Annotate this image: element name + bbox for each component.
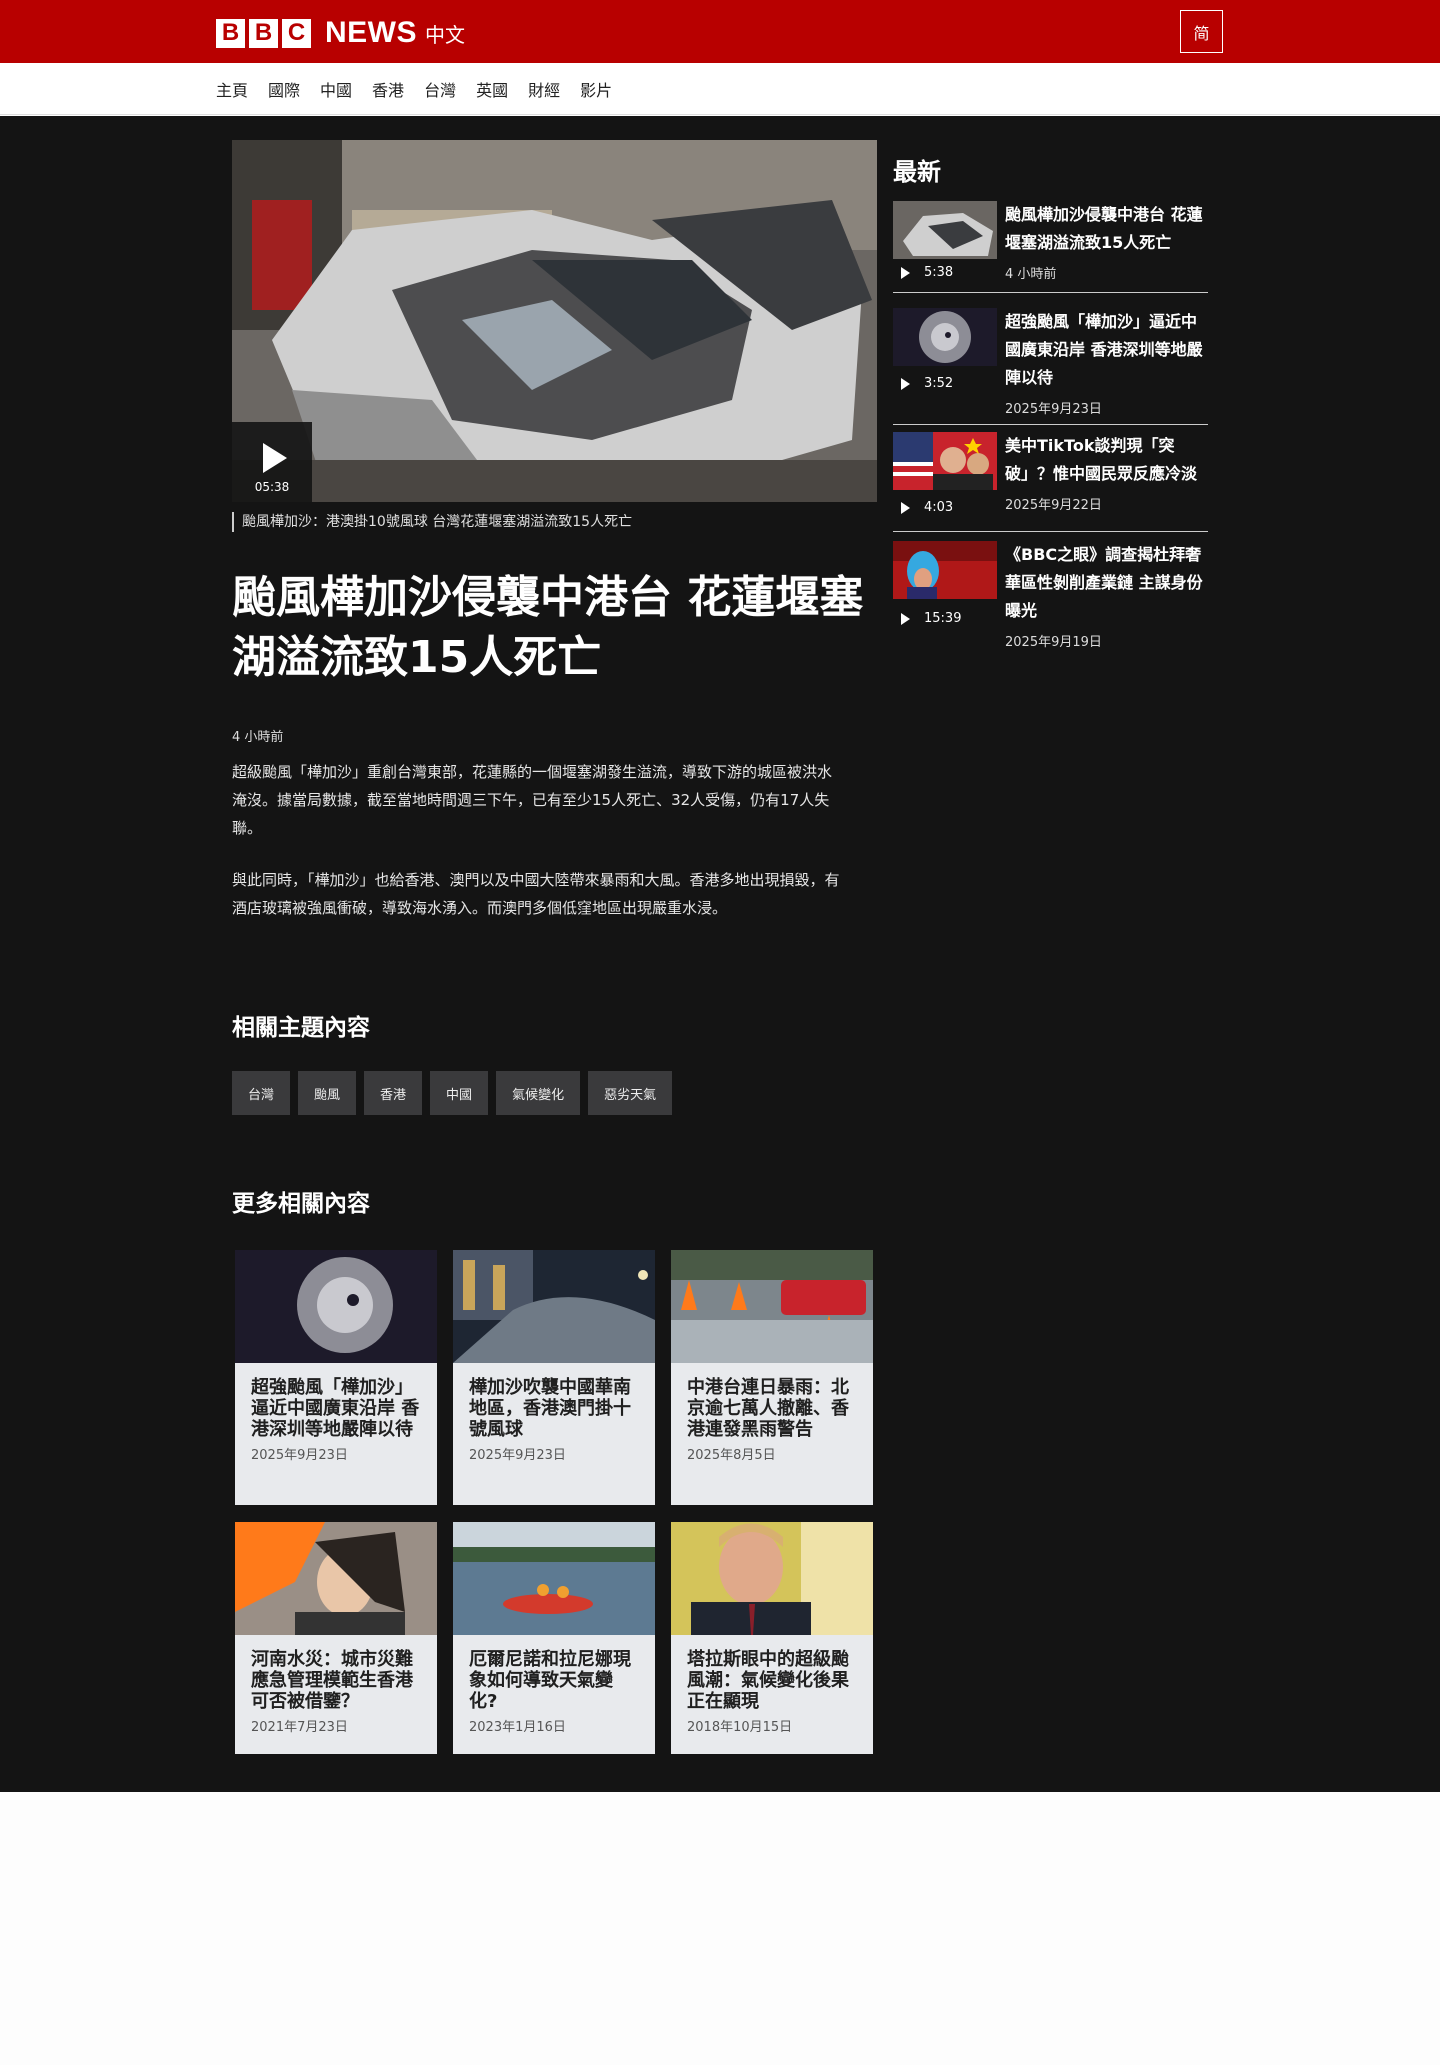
card-title: 超強颱風「樺加沙」逼近中國廣東沿岸 香港深圳等地嚴陣以待: [251, 1377, 420, 1440]
logo-language-text: 中文: [425, 22, 465, 47]
card-title: 中港台連日暴雨：北京逾七萬人撤離、香港連發黑雨警告: [687, 1377, 849, 1440]
topic-tag[interactable]: 香港: [364, 1071, 423, 1115]
related-card[interactable]: 塔拉斯眼中的超級颱風潮：氣候變化後果正在顯現 2018年10月15日: [671, 1522, 873, 1754]
video-play-button[interactable]: 05:38: [232, 422, 312, 502]
nav-item-home[interactable]: 主頁: [216, 77, 248, 101]
side-date: 2025年9月22日: [1005, 498, 1102, 513]
related-card[interactable]: 中港台連日暴雨：北京逾七萬人撤離、香港連發黑雨警告 2025年8月5日: [671, 1250, 873, 1505]
side-thumbnail: [893, 308, 997, 366]
card-thumbnail: [235, 1250, 437, 1363]
card-date: 2023年1月16日: [469, 1720, 566, 1735]
topic-tag[interactable]: 颱風: [298, 1071, 357, 1115]
video-duration: 05:38: [254, 480, 290, 494]
latest-video-item[interactable]: 3:52 超強颱風「樺加沙」逼近中國廣東沿岸 香港深圳等地嚴陣以待 2025年9…: [893, 308, 1208, 425]
nav-item-china[interactable]: 中國: [320, 77, 352, 101]
bbc-news-logo[interactable]: B B C NEWS 中文: [216, 16, 465, 50]
topic-tag[interactable]: 氣候變化: [496, 1071, 581, 1115]
card-title: 厄爾尼諾和拉尼娜現象如何導致天氣變化?: [469, 1649, 631, 1712]
latest-section-title: 最新: [893, 158, 941, 186]
latest-video-item[interactable]: 4:03 美中TikTok談判現「突破」？惟中國民眾反應冷淡 2025年9月22…: [893, 432, 1208, 532]
topic-tag[interactable]: 惡劣天氣: [588, 1071, 673, 1115]
related-card[interactable]: 河南水災：城市災難應急管理模範生香港可否被借鑒？ 2021年7月23日: [235, 1522, 437, 1754]
article-paragraph: 超級颱風「樺加沙」重創台灣東部，花蓮縣的一個堰塞湖發生溢流，導致下游的城區被洪水…: [232, 763, 833, 837]
nav-item-video[interactable]: 影片: [580, 77, 612, 101]
latest-video-item[interactable]: 5:38 颱風樺加沙侵襲中港台 花蓮堰塞湖溢流致15人死亡 4 小時前: [893, 201, 1208, 293]
side-thumbnail: [893, 541, 997, 599]
card-title: 河南水災：城市災難應急管理模範生香港可否被借鑒？: [251, 1649, 413, 1712]
play-icon: [901, 267, 910, 279]
card-date: 2021年7月23日: [251, 1720, 348, 1735]
nav-item-finance[interactable]: 財經: [528, 77, 560, 101]
article-timestamp: 4 小時前: [232, 730, 284, 745]
primary-navigation: 主頁 國際 中國 香港 台灣 英國 財經 影片: [0, 63, 1440, 115]
side-thumbnail: [893, 432, 997, 490]
side-headline: 颱風樺加沙侵襲中港台 花蓮堰塞湖溢流致15人死亡: [1005, 205, 1203, 252]
nav-item-hongkong[interactable]: 香港: [372, 77, 404, 101]
card-title: 樺加沙吹襲中國華南地區，香港澳門掛十號風球: [469, 1377, 631, 1440]
more-related-title: 更多相關內容: [232, 1191, 370, 1217]
topic-tag-list: 台灣 颱風 香港 中國 氣候變化 惡劣天氣: [232, 1071, 680, 1115]
hero-video-thumbnail: [232, 140, 877, 502]
card-thumbnail: [235, 1522, 437, 1635]
main-content: 05:38 颱風樺加沙：港澳掛10號風球 台灣花蓮堰塞湖溢流致15人死亡 颱風樺…: [0, 116, 1440, 1792]
related-card[interactable]: 超強颱風「樺加沙」逼近中國廣東沿岸 香港深圳等地嚴陣以待 2025年9月23日: [235, 1250, 437, 1505]
card-date: 2018年10月15日: [687, 1720, 793, 1735]
video-duration: 15:39: [924, 611, 962, 626]
card-date: 2025年8月5日: [687, 1448, 776, 1463]
simplified-chinese-toggle-button[interactable]: 简: [1180, 10, 1223, 53]
related-card[interactable]: 樺加沙吹襲中國華南地區，香港澳門掛十號風球 2025年9月23日: [453, 1250, 655, 1505]
related-topics-title: 相關主題內容: [232, 1015, 370, 1041]
play-icon: [901, 502, 910, 514]
logo-letter-c: C: [282, 18, 311, 48]
video-duration: 3:52: [924, 376, 954, 391]
card-thumbnail: [671, 1522, 873, 1635]
play-icon: [901, 378, 910, 390]
side-thumbnail: [893, 201, 997, 259]
video-duration: 5:38: [924, 265, 954, 280]
video-caption: 颱風樺加沙：港澳掛10號風球 台灣花蓮堰塞湖溢流致15人死亡: [232, 512, 632, 532]
topic-tag[interactable]: 中國: [430, 1071, 489, 1115]
logo-news-text: NEWS: [325, 16, 417, 49]
logo-letter-b2: B: [249, 18, 278, 48]
card-title: 塔拉斯眼中的超級颱風潮：氣候變化後果正在顯現: [687, 1649, 849, 1712]
article-headline: 颱風樺加沙侵襲中港台 花蓮堰塞湖溢流致15人死亡: [232, 572, 864, 683]
card-date: 2025年9月23日: [469, 1448, 566, 1463]
play-icon: [263, 443, 287, 473]
card-date: 2025年9月23日: [251, 1448, 348, 1463]
card-thumbnail: [453, 1250, 655, 1363]
logo-letter-b1: B: [216, 18, 245, 48]
nav-item-international[interactable]: 國際: [268, 77, 300, 101]
side-headline: 《BBC之眼》調查揭杜拜奢華區性剝削產業鏈 主謀身份曝光: [1005, 545, 1203, 620]
video-duration: 4:03: [924, 500, 954, 515]
latest-video-item[interactable]: 15:39 《BBC之眼》調查揭杜拜奢華區性剝削產業鏈 主謀身份曝光 2025年…: [893, 541, 1208, 658]
side-headline: 超強颱風「樺加沙」逼近中國廣東沿岸 香港深圳等地嚴陣以待: [1005, 312, 1203, 387]
side-headline: 美中TikTok談判現「突破」？惟中國民眾反應冷淡: [1005, 436, 1198, 483]
card-thumbnail: [671, 1250, 873, 1363]
nav-item-uk[interactable]: 英國: [476, 77, 508, 101]
nav-item-taiwan[interactable]: 台灣: [424, 77, 456, 101]
hero-video-player[interactable]: 05:38: [232, 140, 877, 502]
article-paragraph: 與此同時，「樺加沙」也給香港、澳門以及中國大陸帶來暴雨和大風。香港多地出現損毀，…: [232, 871, 840, 917]
card-thumbnail: [453, 1522, 655, 1635]
side-date: 2025年9月23日: [1005, 402, 1102, 417]
side-date: 4 小時前: [1005, 267, 1057, 282]
topic-tag[interactable]: 台灣: [232, 1071, 291, 1115]
side-date: 2025年9月19日: [1005, 635, 1102, 650]
play-icon: [901, 613, 910, 625]
top-header-bar: B B C NEWS 中文 简: [0, 0, 1440, 63]
related-card[interactable]: 厄爾尼諾和拉尼娜現象如何導致天氣變化? 2023年1月16日: [453, 1522, 655, 1754]
